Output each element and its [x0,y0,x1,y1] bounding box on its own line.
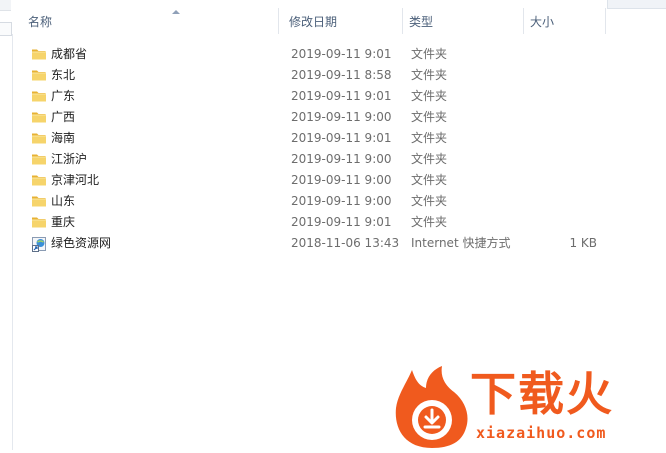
file-row[interactable]: 绿色资源网 2018-11-06 13:43 Internet 快捷方式 1 K… [12,233,612,254]
file-type: 文件夹 [411,215,448,229]
file-type: Internet 快捷方式 [411,236,511,250]
sort-ascending-icon [172,10,180,14]
file-type: 文件夹 [411,131,448,145]
file-row[interactable]: 海南 2019-09-11 9:01 文件夹 [12,128,612,149]
file-name: 绿色资源网 [51,236,112,250]
file-date: 2019-09-11 9:01 [291,215,392,229]
file-date: 2019-09-11 9:00 [291,152,392,166]
column-header-type-label: 类型 [409,15,434,29]
file-name: 山东 [51,194,76,208]
file-explorer-window: 名称 修改日期 类型 大小 成都省 2019-09-11 9:01 文件夹 东北… [0,0,666,450]
nav-pane-header-edge [0,0,11,11]
file-name: 京津河北 [51,173,100,187]
file-date: 2019-09-11 9:00 [291,173,392,187]
file-row[interactable]: 东北 2019-09-11 8:58 文件夹 [12,65,612,86]
column-header-name[interactable]: 名称 [22,0,279,34]
file-type: 文件夹 [411,173,448,187]
file-date: 2019-09-11 9:01 [291,89,392,103]
file-list: 成都省 2019-09-11 9:01 文件夹 东北 2019-09-11 8:… [12,44,612,254]
file-date: 2019-09-11 9:00 [291,110,392,124]
file-date: 2018-11-06 13:43 [291,236,400,250]
file-row[interactable]: 江浙沪 2019-09-11 9:00 文件夹 [12,149,612,170]
file-date: 2019-09-11 9:01 [291,131,392,145]
file-type: 文件夹 [411,68,448,82]
file-name: 海南 [51,131,76,145]
column-divider[interactable] [605,8,606,34]
column-header-bar: 名称 修改日期 类型 大小 [12,0,666,34]
watermark: 下载火 xiazaihuo.com [392,364,666,450]
flame-logo-icon [392,364,472,453]
file-row[interactable]: 成都省 2019-09-11 9:01 文件夹 [12,44,612,65]
file-size: 1 KB [569,236,597,250]
file-name: 成都省 [51,47,88,61]
file-type: 文件夹 [411,110,448,124]
file-name: 东北 [51,68,76,82]
watermark-brand: 下载火 [470,367,614,421]
file-name: 重庆 [51,215,76,229]
file-row[interactable]: 山东 2019-09-11 9:00 文件夹 [12,191,612,212]
file-name: 广东 [51,89,76,103]
file-type: 文件夹 [411,194,448,208]
nav-pane-item-edge[interactable] [0,22,12,36]
column-header-name-label: 名称 [28,15,53,29]
file-type: 文件夹 [411,89,448,103]
column-header-size[interactable]: 大小 [524,0,606,34]
file-row[interactable]: 重庆 2019-09-11 9:01 文件夹 [12,212,612,233]
file-date: 2019-09-11 8:58 [291,68,392,82]
column-header-date-label: 修改日期 [289,15,338,29]
header-corner-edge [607,0,666,9]
column-header-type[interactable]: 类型 [403,0,524,34]
file-date: 2019-09-11 9:01 [291,47,392,61]
file-row[interactable]: 京津河北 2019-09-11 9:00 文件夹 [12,170,612,191]
file-type: 文件夹 [411,152,448,166]
column-divider[interactable] [278,8,279,34]
column-header-date[interactable]: 修改日期 [283,0,403,34]
file-type: 文件夹 [411,47,448,61]
file-date: 2019-09-11 9:00 [291,194,392,208]
file-row[interactable]: 广西 2019-09-11 9:00 文件夹 [12,107,612,128]
file-name: 广西 [51,110,76,124]
file-row[interactable]: 广东 2019-09-11 9:01 文件夹 [12,86,612,107]
internet-shortcut-icon [31,236,47,259]
watermark-url: xiazaihuo.com [476,424,607,442]
file-name: 江浙沪 [51,152,88,166]
column-header-size-label: 大小 [530,15,555,29]
